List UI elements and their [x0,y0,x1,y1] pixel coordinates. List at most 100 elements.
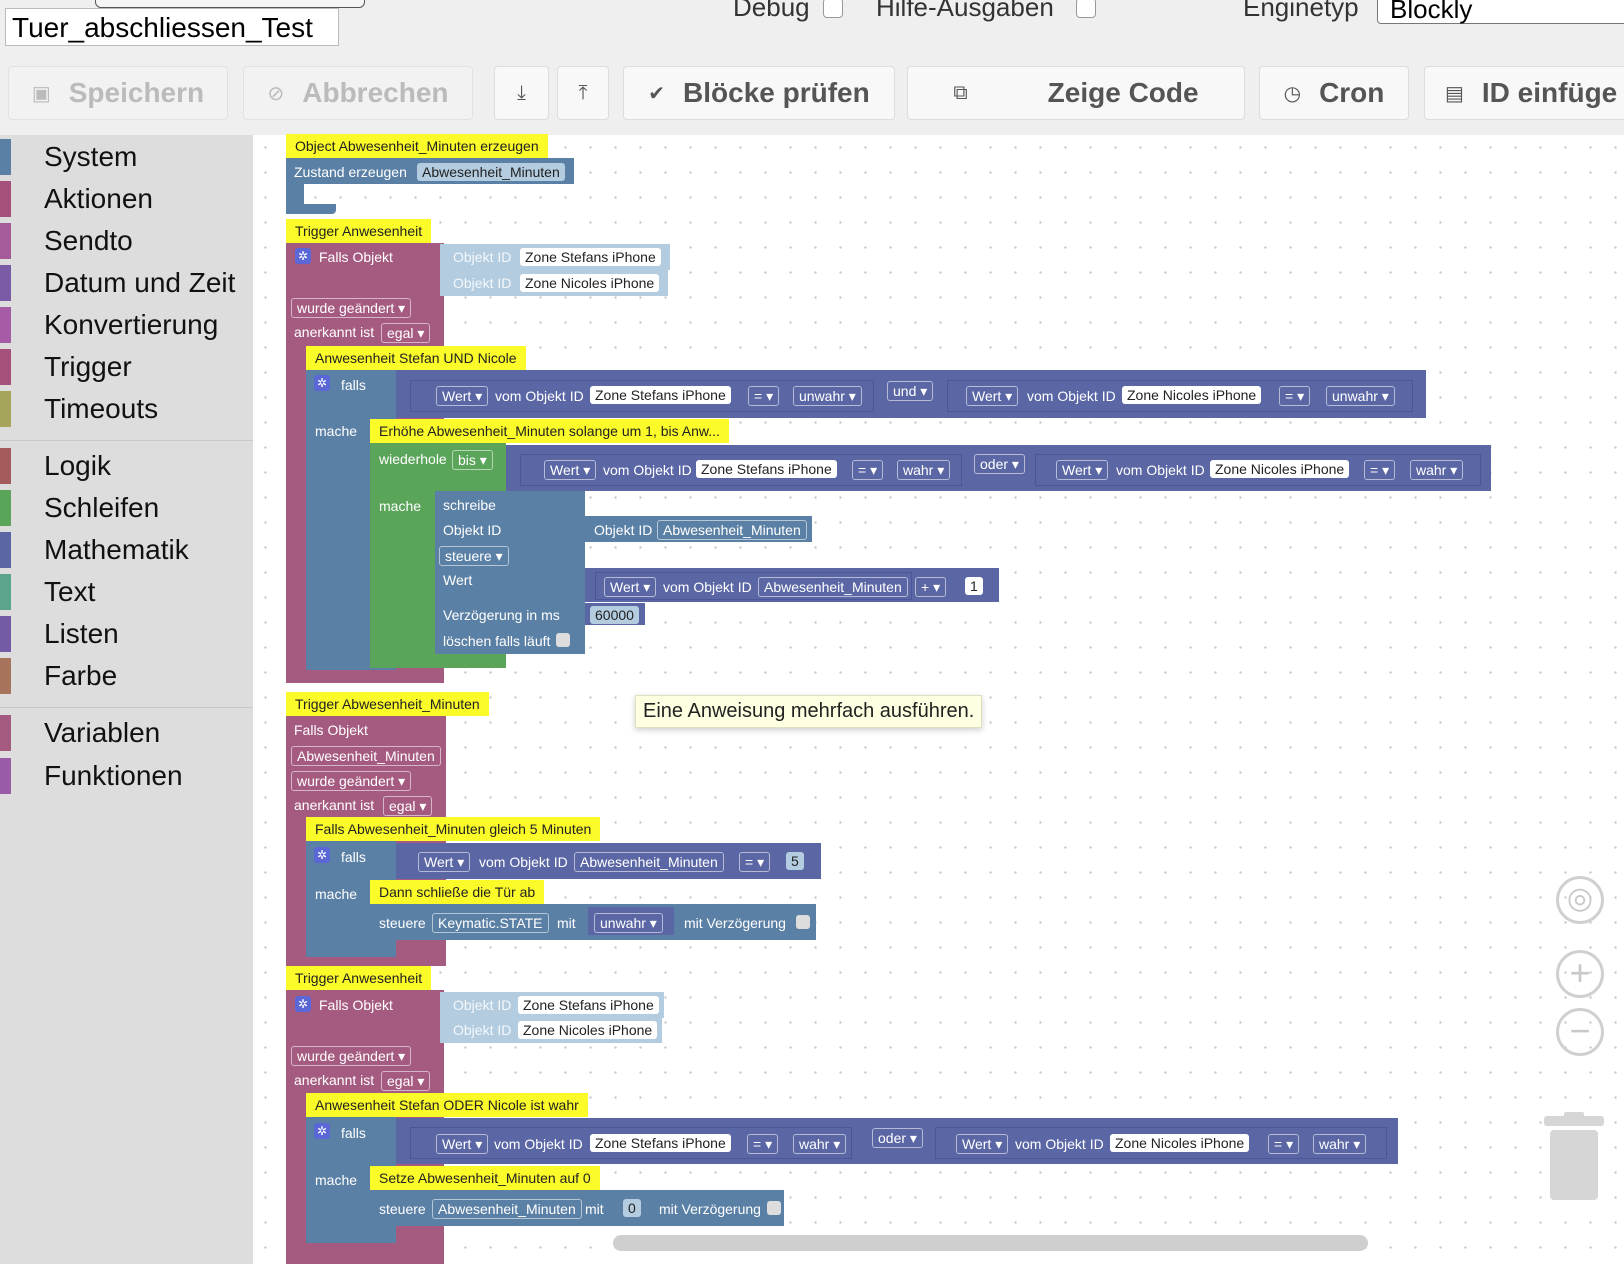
comment-trigger-minutes[interactable]: Trigger Abwesenheit_Minuten [286,692,489,716]
comment-minutes-equal-5[interactable]: Falls Abwesenheit_Minuten gleich 5 Minut… [306,817,601,841]
wert-dropdown[interactable]: Wert ▾ [544,460,597,480]
horizontal-scrollbar[interactable] [613,1235,1368,1251]
category-logik[interactable]: Logik [0,448,253,484]
category-text[interactable]: Text [0,574,253,610]
top-field-fragment[interactable] [95,0,365,8]
comment-increase-minutes[interactable]: Erhöhe Abwesenheit_Minuten solange um 1,… [370,419,729,443]
equals-dropdown[interactable]: = ▾ [739,852,771,872]
zoom-in-icon[interactable]: + [1556,950,1604,998]
anerkannt-egal-dropdown[interactable]: egal ▾ [381,323,431,343]
comment-create-object[interactable]: Object Abwesenheit_Minuten erzeugen [286,134,548,158]
state-name-field[interactable]: Abwesenheit_Minuten [758,577,908,597]
gear-icon[interactable]: ✲ [314,847,330,863]
category-funktionen[interactable]: Funktionen [0,758,253,794]
category-mathematik[interactable]: Mathematik [0,532,253,568]
equals-dropdown[interactable]: = ▾ [747,1134,779,1154]
und-dropdown[interactable]: und ▾ [887,381,934,401]
category-trigger[interactable]: Trigger [0,349,253,385]
insert-id-button[interactable]: ▤ ID einfüge [1424,66,1624,120]
category-sendto[interactable]: Sendto [0,223,253,259]
trash-icon[interactable] [1544,1112,1604,1202]
comment-presence-and[interactable]: Anwesenheit Stefan UND Nicole [306,346,526,370]
zone-nicole-field[interactable]: Zone Nicoles iPhone [520,274,660,292]
engine-type-select[interactable]: Blockly [1377,0,1624,24]
keymatic-field[interactable]: Keymatic.STATE [432,913,549,933]
category-system[interactable]: System [0,139,253,175]
zone-stefan-field[interactable]: Zone Stefans iPhone [590,386,731,404]
zone-nicole-field[interactable]: Zone Nicoles iPhone [518,1021,658,1039]
equals-dropdown[interactable]: = ▾ [1279,386,1311,406]
category-aktionen[interactable]: Aktionen [0,181,253,217]
category-listen[interactable]: Listen [0,616,253,652]
gear-icon[interactable]: ✲ [295,996,311,1012]
delay-checkbox[interactable] [796,915,810,929]
wert-dropdown[interactable]: Wert ▾ [604,577,657,597]
comment-trigger-presence-2[interactable]: Trigger Anwesenheit [286,966,432,990]
wert-dropdown[interactable]: Wert ▾ [418,852,471,872]
category-farbe[interactable]: Farbe [0,658,253,694]
plus-dropdown[interactable]: + ▾ [915,577,947,597]
check-blocks-button[interactable]: ✔ Blöcke prüfen [623,66,895,120]
state-name-field[interactable]: Abwesenheit_Minuten [417,163,565,181]
import-button[interactable]: ⤒ [557,66,609,120]
help-output-checkbox[interactable] [1076,0,1096,18]
zone-stefan-field[interactable]: Zone Stefans iPhone [696,460,837,478]
category-konvertierung[interactable]: Konvertierung [0,307,253,343]
number-one-field[interactable]: 1 [965,577,983,595]
zone-stefan-field[interactable]: Zone Stefans iPhone [520,248,661,266]
bis-dropdown[interactable]: bis ▾ [452,450,493,470]
state-name-field[interactable]: Abwesenheit_Minuten [432,1199,582,1219]
category-datum-zeit[interactable]: Datum und Zeit [0,265,253,301]
unwahr-dropdown[interactable]: unwahr ▾ [594,913,663,933]
oder-dropdown[interactable]: oder ▾ [872,1128,923,1148]
zone-stefan-field[interactable]: Zone Stefans iPhone [590,1134,731,1152]
wert-dropdown[interactable]: Wert ▾ [956,1134,1009,1154]
delay-checkbox[interactable] [767,1201,781,1215]
delay-value-field[interactable]: 60000 [590,606,639,624]
category-schleifen[interactable]: Schleifen [0,490,253,526]
zoom-out-icon[interactable]: − [1556,1008,1604,1056]
comment-trigger-presence[interactable]: Trigger Anwesenheit [286,219,432,243]
wurde-geaendert-dropdown[interactable]: wurde geändert ▾ [291,298,412,318]
equals-dropdown[interactable]: = ▾ [852,460,884,480]
state-name-field[interactable]: Abwesenheit_Minuten [657,520,807,540]
wert-dropdown[interactable]: Wert ▾ [966,386,1019,406]
number-five-field[interactable]: 5 [786,852,804,870]
anerkannt-egal-dropdown[interactable]: egal ▾ [383,796,433,816]
category-variablen[interactable]: Variablen [0,715,253,751]
comment-set-zero[interactable]: Setze Abwesenheit_Minuten auf 0 [370,1166,600,1190]
gear-icon[interactable]: ✲ [314,375,330,391]
equals-dropdown[interactable]: = ▾ [1268,1134,1300,1154]
number-zero-field[interactable]: 0 [623,1199,641,1217]
anerkannt-egal-dropdown[interactable]: egal ▾ [381,1071,431,1091]
clear-running-checkbox[interactable] [556,633,570,647]
unwahr-dropdown[interactable]: unwahr ▾ [793,386,862,406]
gear-icon[interactable]: ✲ [295,248,311,264]
wurde-geaendert-dropdown[interactable]: wurde geändert ▾ [291,771,412,791]
steuere-dropdown[interactable]: steuere ▾ [439,546,509,566]
zone-nicole-field[interactable]: Zone Nicoles iPhone [1210,460,1350,478]
unwahr-dropdown[interactable]: unwahr ▾ [1326,386,1395,406]
wurde-geaendert-dropdown[interactable]: wurde geändert ▾ [291,1046,412,1066]
gear-icon[interactable]: ✲ [314,1123,330,1139]
zone-nicole-field[interactable]: Zone Nicoles iPhone [1122,386,1262,404]
wahr-dropdown[interactable]: wahr ▾ [793,1134,847,1154]
comment-presence-or[interactable]: Anwesenheit Stefan ODER Nicole ist wahr [306,1093,588,1117]
zone-nicole-field[interactable]: Zone Nicoles iPhone [1110,1134,1250,1152]
comment-lock-door[interactable]: Dann schließe die Tür ab [370,880,545,904]
export-button[interactable]: ⤓ [494,66,549,120]
wahr-dropdown[interactable]: wahr ▾ [1410,460,1464,480]
wert-dropdown[interactable]: Wert ▾ [1056,460,1109,480]
state-name-field[interactable]: Abwesenheit_Minuten [574,852,724,872]
cron-button[interactable]: ◷ Cron [1259,66,1409,120]
oder-dropdown[interactable]: oder ▾ [974,454,1025,474]
cancel-button[interactable]: ⊘ Abbrechen [243,66,473,120]
script-name-input[interactable]: Tuer_abschliessen_Test [5,8,339,46]
wert-dropdown[interactable]: Wert ▾ [436,1134,489,1154]
zone-stefan-field[interactable]: Zone Stefans iPhone [518,996,659,1014]
equals-dropdown[interactable]: = ▾ [748,386,780,406]
category-timeouts[interactable]: Timeouts [0,391,253,427]
save-button[interactable]: ▣ Speichern [8,66,228,120]
recenter-icon[interactable]: ◎ [1556,876,1604,924]
wert-dropdown[interactable]: Wert ▾ [436,386,489,406]
